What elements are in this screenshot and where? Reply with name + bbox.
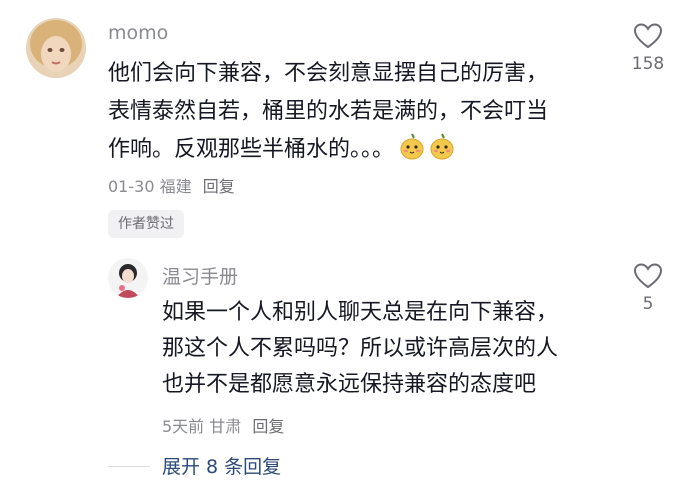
reply-meta: 5天前 甘肃 回复 (162, 413, 284, 437)
comment-text-line: 他们会向下兼容，不会刻意显摆自己的厉害， (108, 61, 549, 86)
comment-username[interactable]: momo (108, 22, 168, 44)
reply-location: 甘肃 (209, 417, 242, 436)
expand-replies-button[interactable]: 展开 8 条回复 (162, 452, 281, 479)
reply-like-button[interactable]: 5 (626, 262, 670, 314)
comment-text-line: 表情泰然自若，桶里的水若是满的，不会叮当 (108, 99, 549, 124)
comment-like-button[interactable]: 158 (626, 22, 670, 74)
reply-reply-button[interactable]: 回复 (252, 417, 284, 436)
reply-text-line: 那这个人不累吗吗？所以或许高层次的人 (162, 336, 559, 361)
reply-date: 5天前 (162, 417, 205, 436)
comment-location: 福建 (159, 177, 192, 196)
heart-outline-icon (633, 263, 663, 289)
avatar-wenxishouce[interactable] (108, 258, 148, 298)
comment-text-line: 作响。反观那些半桶水的。。。 (108, 137, 395, 162)
heart-outline-icon (633, 23, 663, 49)
reply-text-line: 如果一个人和别人聊天总是在向下兼容， (162, 300, 559, 325)
comment-reply-button[interactable]: 回复 (203, 177, 235, 196)
reply-like-count: 5 (642, 294, 654, 314)
author-liked-badge: 作者赞过 (108, 210, 184, 238)
avatar-momo[interactable] (26, 18, 86, 78)
reply-username[interactable]: 温习手册 (162, 262, 238, 289)
reply-text-line: 也并不是都愿意永远保持兼容的态度吧 (162, 372, 537, 397)
comment-like-count: 158 (631, 54, 665, 74)
comment-date: 01-30 (108, 177, 155, 196)
expand-divider (108, 466, 150, 467)
comment-meta: 01-30 福建 回复 (108, 173, 235, 197)
comment-text-line-3: 作响。反观那些半桶水的。。。 (108, 132, 456, 169)
pear-face-emoji (398, 132, 456, 169)
